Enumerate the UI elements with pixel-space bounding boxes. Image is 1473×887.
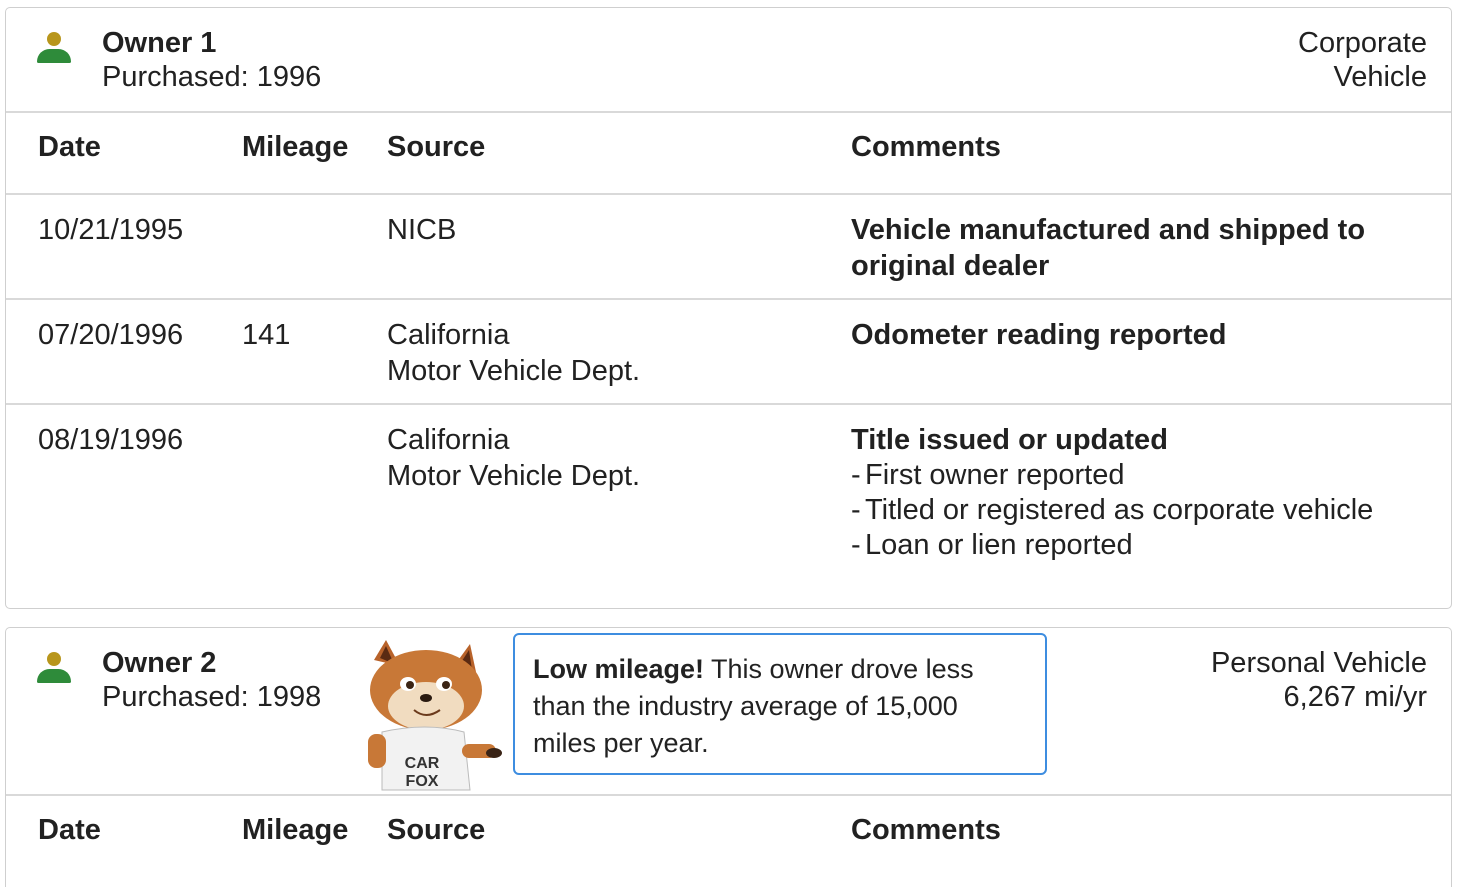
row-comments: Vehicle manufactured and shipped to orig… xyxy=(851,212,1431,284)
table-row: 08/19/1996 California Motor Vehicle Dept… xyxy=(6,403,1451,610)
header-source: Source xyxy=(387,131,486,163)
carfox-shirt-text: CAR xyxy=(405,755,440,772)
person-icon xyxy=(37,652,71,688)
header-source: Source xyxy=(387,814,486,846)
person-icon xyxy=(37,32,71,68)
carfox-mascot-icon: CAR FOX xyxy=(368,640,502,791)
vehicle-mileage-rate: 6,267 mi/yr xyxy=(1283,681,1427,713)
comment-title: Title issued or updated xyxy=(851,424,1168,456)
row-date: 08/19/1996 xyxy=(38,424,184,456)
comment-detail-item: Loan or lien reported xyxy=(851,528,1431,563)
source-line: California xyxy=(387,424,510,456)
vehicle-type-line: Personal Vehicle xyxy=(1210,647,1427,679)
vehicle-type-line: Vehicle xyxy=(1333,61,1427,93)
row-date: 10/21/1995 xyxy=(38,214,184,246)
vehicle-type: Personal Vehicle 6,267 mi/yr xyxy=(1211,646,1427,714)
owner-1-header: Owner 1 Purchased: 1996 Corporate Vehicl… xyxy=(6,8,1451,113)
vehicle-type: Corporate Vehicle xyxy=(1298,26,1427,94)
carfox-shirt-text: FOX xyxy=(406,773,439,790)
row-date: 07/20/1996 xyxy=(38,319,184,351)
header-comments: Comments xyxy=(851,131,1001,163)
table-row: 07/20/1996 141 California Motor Vehicle … xyxy=(6,298,1451,403)
header-date: Date xyxy=(38,131,101,163)
owner-title: Owner 1 xyxy=(102,27,217,59)
callout-bold: Low mileage! xyxy=(533,654,705,684)
comment-detail-item: Titled or registered as corporate vehicl… xyxy=(851,493,1431,528)
comment-title: Vehicle manufactured and shipped to orig… xyxy=(851,214,1366,282)
row-comments: Odometer reading reported xyxy=(851,317,1431,353)
row-comments: Title issued or updated First owner repo… xyxy=(851,422,1431,563)
table-header: Date Mileage Source Comments xyxy=(6,796,1451,876)
owner-1-card: Owner 1 Purchased: 1996 Corporate Vehicl… xyxy=(5,7,1452,609)
header-date: Date xyxy=(38,814,101,846)
source-line: Motor Vehicle Dept. xyxy=(387,355,641,387)
vehicle-type-line: Corporate xyxy=(1298,27,1427,59)
source-line: California xyxy=(387,319,510,351)
table-row: 10/21/1995 NICB Vehicle manufactured and… xyxy=(6,193,1451,298)
owner-title: Owner 2 xyxy=(102,647,217,679)
owner-2-card: Owner 2 Purchased: 1998 CAR FOX Low mile… xyxy=(5,627,1452,887)
header-comments: Comments xyxy=(851,814,1001,846)
table-header: Date Mileage Source Comments xyxy=(6,113,1451,193)
owner-purchased: Purchased: 1996 xyxy=(102,61,322,93)
row-source: California Motor Vehicle Dept. xyxy=(387,317,640,389)
comment-details: First owner reported Titled or registere… xyxy=(851,458,1431,563)
header-mileage: Mileage xyxy=(242,814,349,846)
low-mileage-callout: Low mileage! This owner drove less than … xyxy=(513,633,1047,775)
owner-purchased: Purchased: 1998 xyxy=(102,681,322,713)
header-mileage: Mileage xyxy=(242,131,349,163)
source-line: Motor Vehicle Dept. xyxy=(387,460,641,492)
source-line: NICB xyxy=(387,214,457,246)
row-source: California Motor Vehicle Dept. xyxy=(387,422,640,494)
owner-2-header: Owner 2 Purchased: 1998 CAR FOX Low mile… xyxy=(6,628,1451,796)
comment-detail-item: First owner reported xyxy=(851,458,1431,493)
row-source: NICB xyxy=(387,212,456,248)
comment-title: Odometer reading reported xyxy=(851,319,1227,351)
row-mileage: 141 xyxy=(242,319,291,351)
